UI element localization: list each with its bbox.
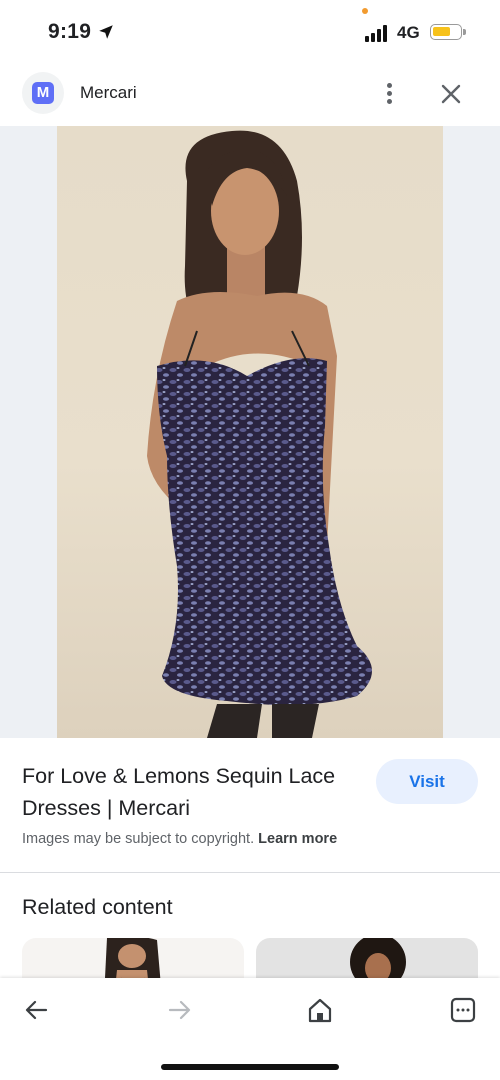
privacy-indicator-dot	[362, 8, 368, 14]
mercari-logo-letter: M	[32, 82, 54, 104]
home-indicator	[161, 1064, 339, 1070]
learn-more-link[interactable]: Learn more	[258, 831, 337, 847]
status-time: 9:19	[48, 20, 92, 43]
visit-button[interactable]: Visit	[376, 759, 478, 804]
battery-icon	[430, 24, 462, 40]
bottom-navigation	[0, 978, 500, 1080]
tabs-icon[interactable]	[448, 996, 478, 1024]
location-arrow-icon	[99, 25, 113, 39]
model-illustration	[147, 130, 372, 738]
source-header: M Mercari	[0, 64, 500, 126]
section-divider	[0, 872, 500, 873]
battery-cap	[463, 29, 466, 35]
source-name[interactable]: Mercari	[80, 83, 137, 103]
close-icon[interactable]	[438, 81, 464, 107]
more-vert-icon[interactable]	[378, 78, 402, 110]
product-photo[interactable]	[57, 126, 443, 738]
network-type: 4G	[397, 23, 420, 42]
copyright-notice: Images may be subject to copyright. Lear…	[22, 831, 337, 847]
copyright-text: Images may be subject to copyright.	[22, 831, 255, 847]
mercari-logo[interactable]: M	[22, 72, 64, 114]
signal-bars-icon	[365, 24, 391, 42]
status-bar: 9:19 4G	[0, 0, 500, 64]
result-title[interactable]: For Love & Lemons Sequin Lace Dresses | …	[22, 760, 372, 824]
back-arrow-icon[interactable]	[22, 996, 52, 1024]
related-content-heading: Related content	[22, 895, 173, 919]
forward-arrow-icon[interactable]	[164, 996, 194, 1024]
image-viewer[interactable]	[0, 126, 500, 738]
home-icon[interactable]	[305, 996, 335, 1024]
result-info: For Love & Lemons Sequin Lace Dresses | …	[0, 738, 500, 872]
